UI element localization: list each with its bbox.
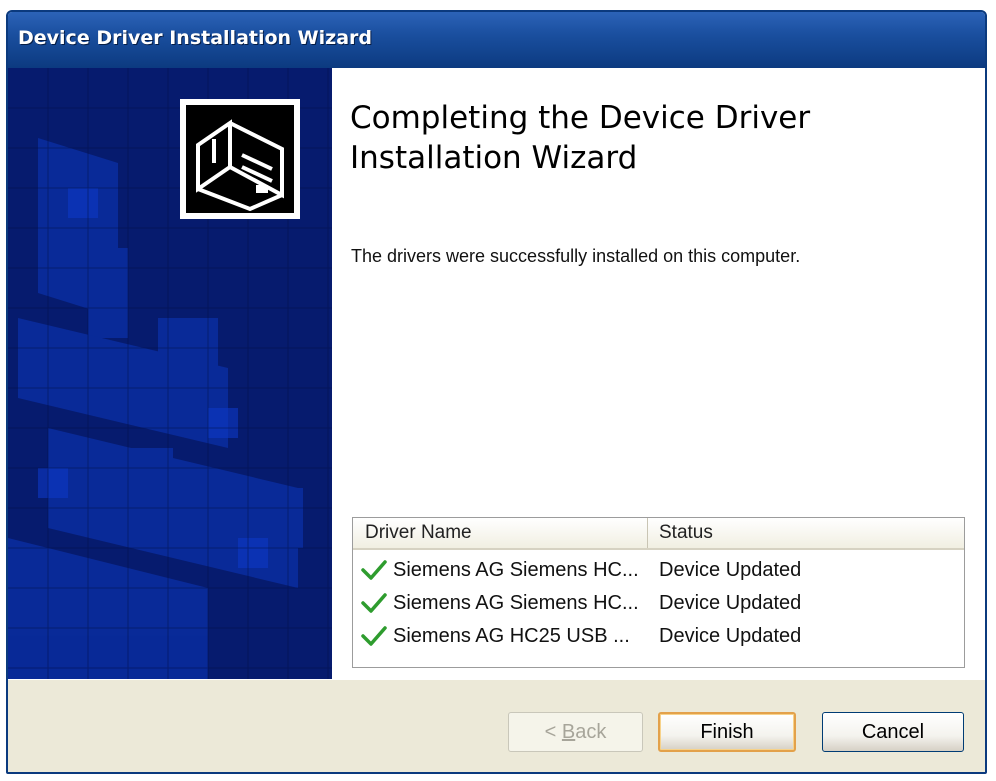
window-title: Device Driver Installation Wizard (18, 27, 372, 49)
wizard-heading: Completing the Device Driver Installatio… (350, 100, 811, 176)
driver-row[interactable]: Siemens AG Siemens HC... Device Updated (353, 587, 964, 620)
wizard-sidebar (8, 68, 332, 679)
wizard-footer: < Back Finish Cancel (8, 679, 985, 772)
driver-list-header: Driver Name Status (353, 518, 964, 550)
driver-name: Siemens AG Siemens HC... (393, 592, 639, 614)
wizard-window: Device Driver Installation Wizard Comple… (6, 10, 987, 774)
driver-name: Siemens AG Siemens HC... (393, 559, 639, 581)
column-header-driver-name[interactable]: Driver Name (353, 518, 648, 548)
back-button-mnemonic: B (561, 721, 576, 743)
driver-name: Siemens AG HC25 USB ... (393, 625, 630, 647)
driver-row[interactable]: Siemens AG HC25 USB ... Device Updated (353, 620, 964, 653)
wizard-content: Completing the Device Driver Installatio… (332, 68, 985, 679)
back-button[interactable]: < Back (508, 712, 643, 752)
finish-button[interactable]: Finish (658, 712, 796, 752)
driver-status: Device Updated (659, 625, 802, 647)
checkmark-icon (361, 560, 387, 580)
back-button-prefix: < (544, 721, 562, 743)
checkmark-icon (361, 626, 387, 646)
hardware-install-icon (186, 105, 294, 213)
driver-status: Device Updated (659, 559, 802, 581)
column-header-status[interactable]: Status (648, 518, 964, 548)
checkmark-icon (361, 593, 387, 613)
title-bar[interactable]: Device Driver Installation Wizard (8, 12, 985, 68)
hardware-icon-frame (180, 99, 300, 219)
driver-list[interactable]: Driver Name Status Siemens AG Siemens HC… (352, 517, 965, 668)
success-message: The drivers were successfully installed … (351, 246, 801, 266)
back-button-rest: ack (575, 721, 607, 743)
driver-row[interactable]: Siemens AG Siemens HC... Device Updated (353, 554, 964, 587)
cancel-button[interactable]: Cancel (822, 712, 964, 752)
driver-status: Device Updated (659, 592, 802, 614)
